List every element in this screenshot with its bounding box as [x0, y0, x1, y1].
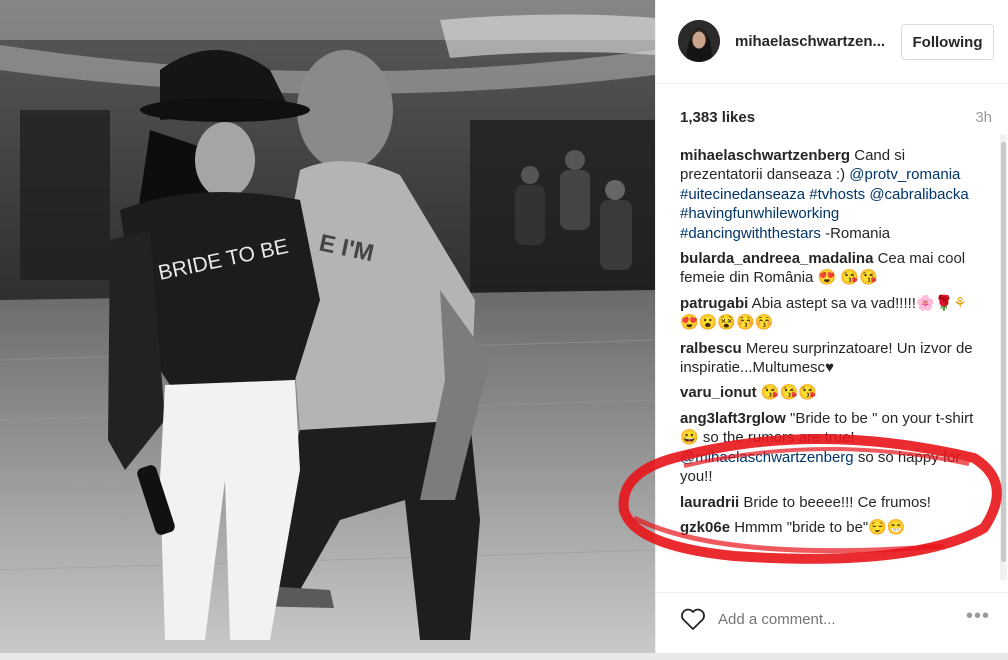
avatar[interactable] — [678, 20, 720, 62]
comment-username[interactable]: varu_ionut — [680, 384, 757, 401]
photo-canvas: E I'M BRIDE TO BE — [0, 0, 655, 653]
following-button[interactable]: Following — [901, 24, 994, 60]
bottom-strip — [0, 653, 1008, 660]
comment-username[interactable]: lauradrii — [680, 494, 739, 511]
comment-username[interactable]: ang3laft3rglow — [680, 410, 786, 427]
comment-text: Abia astept sa va vad!!!!! — [748, 294, 916, 312]
comment-link[interactable]: @mihaelaschwartzenberg — [680, 449, 854, 466]
comment-item: mihaelaschwartzenberg Cand si prezentato… — [680, 146, 978, 243]
comment-item: patrugabi Abia astept sa va vad!!!!!🌸🌹⚘ … — [680, 294, 978, 333]
scrollbar-thumb[interactable] — [1001, 142, 1006, 562]
comment-link[interactable]: #havingfunwhileworking — [680, 205, 839, 222]
post-time[interactable]: 3h — [975, 109, 992, 126]
comment-footer: ••• — [656, 592, 1008, 653]
comment-link[interactable]: @protv_romania — [849, 166, 960, 183]
comment-text: Hmmm "bride to be" — [730, 518, 869, 536]
comments-list: mihaelaschwartzenberg Cand si prezentato… — [680, 146, 978, 543]
post-side-panel: mihaelaschwartzen... Following 1,383 lik… — [655, 0, 1008, 653]
comment-text: ♥ — [825, 359, 834, 377]
heart-icon[interactable] — [680, 607, 706, 631]
emoji: 😍 😘😘 — [817, 269, 878, 287]
emoji: 😘😘😘 — [756, 384, 817, 402]
comment-text: -Romania — [820, 224, 891, 242]
post-photo[interactable]: E I'M BRIDE TO BE — [0, 0, 655, 653]
comment-username[interactable]: ralbescu — [680, 340, 742, 357]
comment-username[interactable]: patrugabi — [680, 295, 748, 312]
comment-username[interactable]: mihaelaschwartzenberg — [680, 147, 850, 164]
comment-item: varu_ionut 😘😘😘 — [680, 383, 978, 402]
comment-item: ang3laft3rglow "Bride to be " on your t-… — [680, 409, 978, 487]
comment-text: so the rumors are true! — [698, 429, 855, 447]
comment-link[interactable]: #tvhosts — [809, 186, 865, 203]
likes-count[interactable]: 1,383 likes — [680, 109, 755, 126]
comment-link[interactable]: @cabralibacka — [869, 186, 968, 203]
comment-username[interactable]: bularda_andreea_madalina — [680, 250, 873, 267]
comment-item: gzk06e Hmmm "bride to be"😌😁 — [680, 518, 978, 537]
comments-scrollbar[interactable] — [1000, 134, 1007, 580]
comment-username[interactable]: gzk06e — [680, 519, 730, 536]
more-options-icon[interactable]: ••• — [966, 605, 990, 628]
post-author-username[interactable]: mihaelaschwartzen... — [735, 33, 885, 50]
avatar-image — [678, 20, 720, 62]
post-header: mihaelaschwartzen... Following — [656, 0, 1008, 84]
add-comment-input[interactable] — [718, 607, 938, 631]
comment-item: lauradrii Bride to beeee!!! Ce frumos! — [680, 493, 978, 512]
comment-link[interactable]: #uitecinedanseaza — [680, 186, 805, 203]
comment-text: "Bride to be " on your t-shirt — [785, 409, 974, 427]
comment-item: bularda_andreea_madalina Cea mai cool fe… — [680, 249, 978, 288]
comment-text: Bride to beeee!!! Ce frumos! — [739, 493, 931, 511]
emoji: 😀 — [680, 429, 699, 447]
comment-link[interactable]: #dancingwiththestars — [680, 225, 821, 242]
emoji: 😌😁 — [868, 518, 906, 536]
comment-item: ralbescu Mereu surprinzatoare! Un izvor … — [680, 339, 978, 378]
